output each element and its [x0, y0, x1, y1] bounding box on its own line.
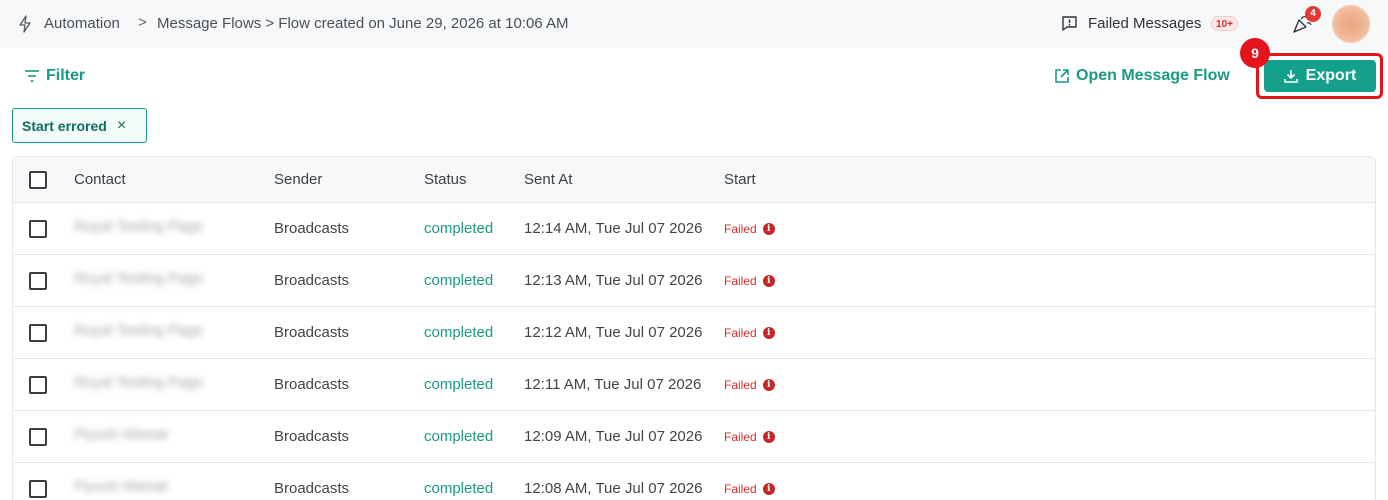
column-header-sender[interactable]: Sender [274, 171, 322, 188]
filter-label: Filter [46, 67, 86, 84]
breadcrumb-current: Message Flows > Flow created on June 29,… [157, 15, 569, 32]
export-button[interactable]: Export [1264, 60, 1376, 92]
column-header-contact[interactable]: Contact [74, 171, 126, 188]
start-cell: Failed i [724, 378, 775, 392]
table-row[interactable]: Royal Testing Page Broadcasts completed … [13, 307, 1375, 359]
contact-name[interactable]: Piyush Manair [74, 426, 169, 443]
status-cell: completed [424, 376, 494, 393]
start-status-text: Failed [724, 326, 757, 340]
start-cell: Failed i [724, 274, 775, 288]
column-header-sent-at[interactable]: Sent At [524, 171, 572, 188]
info-icon[interactable]: i [762, 223, 775, 235]
top-bar: Automation > Message Flows > Flow create… [0, 0, 1388, 48]
info-icon[interactable]: i [762, 483, 775, 495]
row-checkbox[interactable] [29, 220, 47, 238]
lightning-icon [19, 15, 31, 33]
sent-at-cell: 12:13 AM, Tue Jul 07 2026 [524, 272, 703, 289]
sent-at-cell: 12:08 AM, Tue Jul 07 2026 [524, 480, 703, 497]
table-row[interactable]: Royal Testing Page Broadcasts completed … [13, 255, 1375, 307]
contact-name[interactable]: Royal Testing Page [74, 322, 203, 339]
start-cell: Failed i [724, 222, 775, 236]
table-row[interactable]: Piyush Manair Broadcasts completed 12:08… [13, 463, 1375, 500]
filter-button[interactable]: Filter [24, 64, 85, 88]
contact-name[interactable]: Royal Testing Page [74, 374, 203, 391]
row-checkbox[interactable] [29, 376, 47, 394]
start-cell: Failed i [724, 326, 775, 340]
table-row[interactable]: Royal Testing Page Broadcasts completed … [13, 359, 1375, 411]
open-message-flow-label: Open Message Flow [1076, 67, 1230, 84]
info-icon[interactable]: i [762, 431, 775, 443]
start-cell: Failed i [724, 482, 775, 496]
breadcrumb-automation[interactable]: Automation [44, 15, 120, 32]
column-header-status[interactable]: Status [424, 171, 467, 188]
table-header: Contact Sender Status Sent At Start [13, 157, 1375, 203]
column-header-start[interactable]: Start [724, 171, 756, 188]
contact-name[interactable]: Royal Testing Page [74, 218, 203, 235]
sent-at-cell: 12:11 AM, Tue Jul 07 2026 [524, 376, 702, 393]
filter-icon [25, 70, 39, 82]
status-cell: completed [424, 272, 494, 289]
sent-at-cell: 12:09 AM, Tue Jul 07 2026 [524, 428, 703, 445]
row-checkbox[interactable] [29, 272, 47, 290]
status-cell: completed [424, 324, 494, 341]
info-icon[interactable]: i [762, 275, 775, 287]
info-icon[interactable]: i [762, 327, 775, 339]
open-message-flow-link[interactable]: Open Message Flow [1054, 64, 1230, 88]
export-label: Export [1305, 67, 1357, 84]
sender-cell: Broadcasts [274, 428, 350, 445]
user-avatar[interactable] [1332, 5, 1370, 43]
breadcrumb-separator: > [138, 14, 147, 31]
start-status-text: Failed [724, 274, 757, 288]
start-status-text: Failed [724, 378, 757, 392]
row-checkbox[interactable] [29, 428, 47, 446]
message-alert-icon[interactable] [1061, 15, 1078, 32]
step-number-badge: 9 [1240, 38, 1270, 68]
sender-cell: Broadcasts [274, 220, 350, 237]
sent-at-cell: 12:12 AM, Tue Jul 07 2026 [524, 324, 703, 341]
table-row[interactable]: Piyush Manair Broadcasts completed 12:09… [13, 411, 1375, 463]
sender-cell: Broadcasts [274, 272, 350, 289]
message-table: Contact Sender Status Sent At Start Roya… [12, 156, 1376, 500]
start-cell: Failed i [724, 430, 775, 444]
start-status-text: Failed [724, 430, 757, 444]
filter-chip-start-errored: Start errored × [12, 108, 147, 143]
row-checkbox[interactable] [29, 480, 47, 498]
info-icon[interactable]: i [762, 379, 775, 391]
select-all-checkbox[interactable] [29, 171, 47, 189]
status-cell: completed [424, 220, 494, 237]
notification-count-badge: 4 [1305, 6, 1321, 22]
sender-cell: Broadcasts [274, 376, 350, 393]
contact-name[interactable]: Royal Testing Page [74, 270, 203, 287]
failed-messages-count-badge: 10+ [1211, 16, 1238, 31]
start-status-text: Failed [724, 482, 757, 496]
sender-cell: Broadcasts [274, 324, 350, 341]
table-row[interactable]: Royal Testing Page Broadcasts completed … [13, 203, 1375, 255]
download-icon [1283, 70, 1298, 83]
sent-at-cell: 12:14 AM, Tue Jul 07 2026 [524, 220, 703, 237]
failed-messages-link[interactable]: Failed Messages [1088, 15, 1201, 32]
status-cell: completed [424, 480, 494, 497]
external-link-icon [1055, 69, 1069, 83]
start-status-text: Failed [724, 222, 757, 236]
close-icon[interactable]: × [117, 117, 126, 134]
row-checkbox[interactable] [29, 324, 47, 342]
sender-cell: Broadcasts [274, 480, 350, 497]
contact-name[interactable]: Piyush Manair [74, 478, 169, 495]
filter-chip-label: Start errored [22, 117, 107, 134]
status-cell: completed [424, 428, 494, 445]
